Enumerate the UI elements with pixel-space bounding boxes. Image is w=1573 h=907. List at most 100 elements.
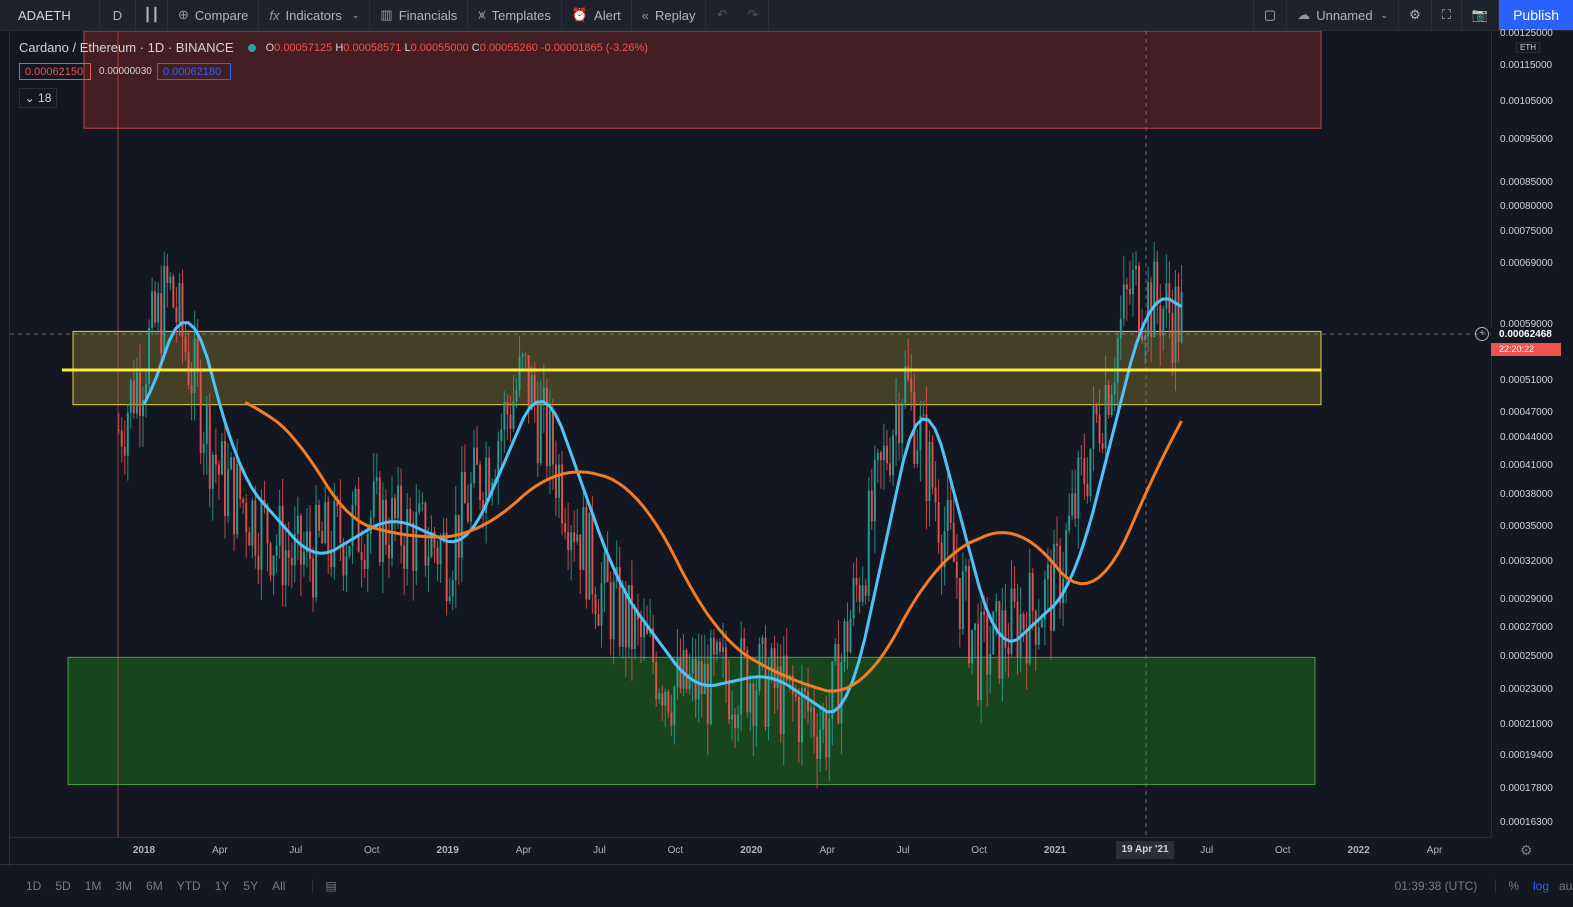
open-value: 0.00057125 [274,41,333,54]
candle-body [533,375,536,406]
axis-settings-icon[interactable]: ⚙ [1520,842,1533,859]
candle-body [743,638,746,650]
candle-body [928,441,931,502]
range-button-all[interactable]: All [265,879,292,893]
candle-body [400,485,403,546]
financials-button[interactable]: ▥ Financials [370,0,469,30]
chart-style-button[interactable]: ┃┃ [136,0,168,30]
candle-body [734,714,737,729]
candle-body [1156,261,1159,306]
range-button-ytd[interactable]: YTD [170,879,208,893]
indicators-button[interactable]: fx Indicators ⌄ [259,0,371,30]
calendar-icon[interactable]: ▤ [312,879,337,893]
candle-body [782,655,785,735]
price-tick-label: 0.00023000 [1500,683,1553,695]
price-tick-label: 0.00025000 [1500,651,1553,663]
interval-button[interactable]: D [100,0,136,30]
candle-body [755,690,758,726]
time-tick-label: 2020 [740,845,763,856]
candle-body [157,293,160,323]
candle-body [895,405,898,436]
range-button-1y[interactable]: 1Y [208,879,237,893]
candle-body [1125,284,1128,289]
sell-button[interactable]: 0.00062150 [19,63,91,80]
candle-body [706,663,709,724]
alert-button[interactable]: ⏰ Alert [562,0,632,30]
candle-body [202,443,205,453]
candle-body [977,623,980,701]
time-tick-label: 2022 [1347,845,1370,856]
bottom-toolbar: 1D 5D 1M 3M 6M YTD 1Y 5Y All ▤ 01:39:38 (UTC) % … [0,864,1573,907]
candle-body [980,611,983,701]
price-chart[interactable] [10,31,1491,837]
replay-button[interactable]: « Replay [632,0,707,30]
candle-body [1134,265,1137,270]
candle-body [916,450,919,464]
candle-body [621,590,624,647]
candle-body [879,452,882,461]
templates-button[interactable]: ⩙ Templates [468,0,562,30]
redo-button[interactable]: ↷ [737,0,770,30]
candle-body [922,414,925,416]
candle-body [640,619,643,638]
candle-body [539,403,542,464]
range-button-5y[interactable]: 5Y [236,879,265,893]
undo-button[interactable]: ↶ [706,0,737,30]
candle-body [885,445,888,464]
candle-body [1128,288,1131,295]
candle-body [269,543,272,576]
candle-body [949,500,952,523]
settings-button[interactable]: ⚙ [1399,0,1432,30]
candle-body [454,514,457,581]
candle-body [1034,610,1037,645]
time-axis[interactable]: 2018 Apr Jul Oct 2019 Apr Jul Oct 2020 Apr Jul Oct 2… [10,837,1491,864]
candle-body [309,531,312,559]
utc-clock[interactable]: 01:39:38 (UTC) [1395,879,1478,893]
buy-button[interactable]: 0.00062180 [157,63,231,80]
compare-button[interactable]: ⊕ Compare [168,0,260,30]
save-layout-button[interactable]: ☁ Unnamed ⌄ [1287,0,1400,30]
log-toggle[interactable]: log [1533,879,1549,893]
percent-toggle[interactable]: % [1495,879,1519,893]
candle-body [509,414,512,429]
candle-body [135,372,138,414]
layout-button[interactable]: ▢ [1252,0,1288,30]
candle-body [1089,448,1092,497]
candle-body [515,390,518,402]
time-tick-label: 2021 [1043,845,1067,856]
chevron-down-icon: ⌄ [351,9,360,20]
range-button-1d[interactable]: 1D [19,879,48,893]
indicators-toggle[interactable]: ⌄ 18 [19,88,57,108]
range-button-3m[interactable]: 3M [108,879,139,893]
price-tick-label: 0.00115000 [1500,60,1553,72]
candle-body [703,663,706,695]
range-button-1m[interactable]: 1M [78,879,109,893]
candle-body [676,657,679,688]
candle-body [366,533,369,569]
fullscreen-button[interactable]: ⛶ [1432,0,1462,30]
candle-body [172,276,175,308]
add-alert-icon[interactable]: + [1475,327,1489,341]
publish-button[interactable]: Publish [1499,0,1573,30]
candle-body [876,452,879,461]
candle-body [1077,457,1080,519]
time-tick-label: Oct [1274,845,1291,856]
candle-body [837,643,840,724]
auto-toggle[interactable]: auto [1559,879,1573,893]
candle-body [412,522,415,571]
candle-body [436,547,439,565]
range-button-5d[interactable]: 5D [48,879,77,893]
price-tick-label: 0.00038000 [1500,489,1553,501]
candle-body [679,657,682,689]
price-axis[interactable]: 0.00125000 0.00115000 0.00105000 0.00095000… [1491,28,1573,837]
candle-body [670,712,673,726]
candle-body [148,327,151,385]
range-button-6m[interactable]: 6M [139,879,170,893]
symbol-search[interactable]: ADAETH [0,0,100,30]
candle-body [339,506,342,544]
candle-body [585,507,588,600]
snapshot-button[interactable]: 📷 [1462,0,1500,30]
indicators-label: Indicators [285,7,342,23]
candle-body [178,283,181,323]
candle-body [1040,619,1043,628]
